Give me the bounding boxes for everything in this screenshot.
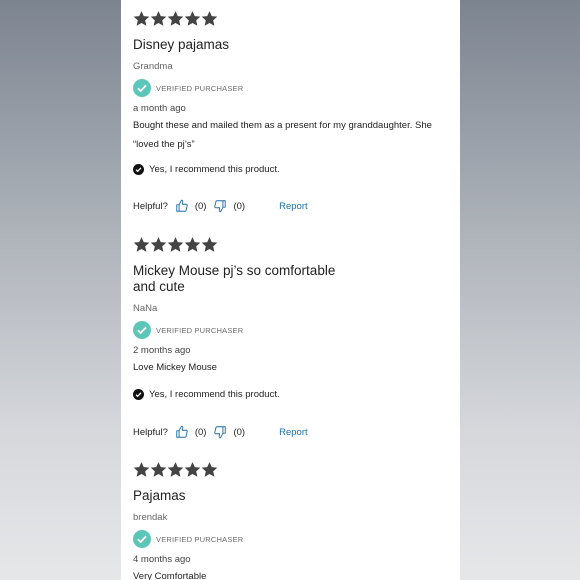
star-icon [184,10,201,27]
helpful-label: Helpful? [133,200,168,212]
thumbs-down-count: (0) [233,426,246,438]
review-title: Mickey Mouse pj’s so comfortable and cut… [133,263,336,294]
review-card: Pajamas brendak VERIFIED PURCHASER 4 mon… [133,461,453,580]
star-icon [150,461,167,478]
review-author: Grandma [133,61,173,72]
review-title: Pajamas [133,488,186,503]
star-icon [184,236,201,253]
verified-badge: VERIFIED PURCHASER [133,530,453,548]
star-icon [201,236,218,253]
thumbs-up-count: (0) [194,426,207,438]
reviews-panel: Disney pajamas Grandma VERIFIED PURCHASE… [121,0,460,580]
check-circle-filled-icon [133,164,144,175]
review-body: Love Mickey Mouse [133,362,217,373]
recommend-row: Yes, I recommend this product. [133,164,453,175]
review-author: brendak [133,512,168,523]
check-circle-icon [133,530,151,548]
star-rating [133,236,453,256]
star-icon [167,236,184,253]
check-circle-icon [133,79,151,97]
star-icon [133,10,150,27]
star-rating [133,461,453,481]
star-icon [133,461,150,478]
verified-badge: VERIFIED PURCHASER [133,79,453,97]
review-card: Mickey Mouse pj’s so comfortable and cut… [133,236,453,439]
thumbs-down-icon[interactable] [213,199,227,213]
thumbs-down-count: (0) [233,200,246,212]
review-body: Very Comfortable [133,571,207,580]
review-date: 2 months ago [133,345,191,356]
star-icon [201,461,218,478]
star-icon [184,461,201,478]
star-icon [167,461,184,478]
check-circle-icon [133,321,151,339]
thumbs-up-icon[interactable] [175,199,189,213]
thumbs-down-icon[interactable] [213,425,227,439]
star-icon [167,10,184,27]
review-title: Disney pajamas [133,37,230,52]
review-author: NaNa [133,303,158,314]
thumbs-up-icon[interactable] [175,425,189,439]
recommend-row: Yes, I recommend this product. [133,389,453,400]
star-rating [133,10,453,30]
helpful-row: Helpful? (0) (0) Report [133,199,453,213]
review-card: Disney pajamas Grandma VERIFIED PURCHASE… [133,10,453,213]
verified-label: VERIFIED PURCHASER [156,325,244,335]
recommend-text: Yes, I recommend this product. [149,389,280,400]
check-circle-filled-icon [133,389,144,400]
helpful-row: Helpful? (0) (0) Report [133,425,453,439]
verified-label: VERIFIED PURCHASER [156,534,244,544]
report-link[interactable]: Report [279,201,308,212]
review-date: a month ago [133,103,186,114]
recommend-text: Yes, I recommend this product. [149,164,280,175]
review-body: Bought these and mailed them as a presen… [133,120,432,150]
verified-badge: VERIFIED PURCHASER [133,321,453,339]
star-icon [150,236,167,253]
star-icon [150,10,167,27]
review-date: 4 months ago [133,554,191,565]
star-icon [133,236,150,253]
thumbs-up-count: (0) [194,200,207,212]
helpful-label: Helpful? [133,426,168,438]
verified-label: VERIFIED PURCHASER [156,83,244,93]
star-icon [201,10,218,27]
report-link[interactable]: Report [279,427,308,438]
